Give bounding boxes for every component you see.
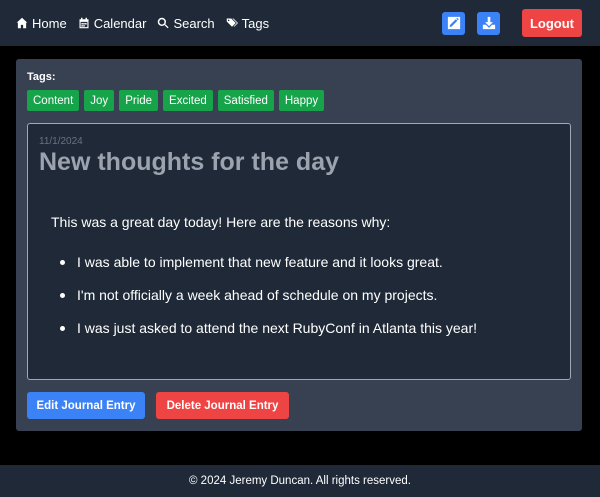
delete-entry-button[interactable]: Delete Journal Entry — [156, 392, 289, 419]
edit-icon — [447, 16, 460, 30]
bullet-icon — [60, 293, 65, 298]
journal-entry: 11/1/2024 New thoughts for the day This … — [27, 123, 571, 380]
nav-link-search[interactable]: Search — [157, 15, 215, 31]
logout-button[interactable]: Logout — [522, 9, 582, 37]
tag-joy[interactable]: Joy — [84, 90, 115, 111]
edit-entry-button[interactable]: Edit Journal Entry — [27, 392, 145, 419]
tag-content[interactable]: Content — [27, 90, 80, 111]
entry-title: New thoughts for the day — [39, 148, 339, 176]
download-button[interactable] — [477, 11, 500, 35]
nav-link-calendar-label: Calendar — [93, 15, 147, 31]
tag-excited[interactable]: Excited — [163, 90, 213, 111]
calendar-icon — [79, 17, 89, 29]
download-icon — [482, 16, 495, 30]
list-item: I was able to implement that new feature… — [60, 254, 477, 287]
tags-icon — [226, 18, 238, 27]
tag-pride[interactable]: Pride — [119, 90, 159, 111]
nav-link-calendar[interactable]: Calendar — [78, 15, 147, 31]
nav-link-tags-label: Tags — [241, 15, 270, 31]
page-footer: © 2024 Jeremy Duncan. All rights reserve… — [0, 465, 600, 497]
list-item-text: I was just asked to attend the next Ruby… — [77, 320, 478, 336]
list-item: I was just asked to attend the next Ruby… — [60, 320, 477, 353]
entry-bullet-list: I was able to implement that new feature… — [60, 254, 477, 353]
bullet-icon — [60, 326, 65, 331]
bullet-icon — [60, 260, 65, 265]
nav-actions: Logout — [442, 9, 582, 37]
nav-link-search-label: Search — [173, 15, 215, 31]
nav-links: Home Calendar Search Tags — [16, 16, 269, 31]
list-item-text: I was able to implement that new feature… — [77, 254, 443, 270]
search-icon — [158, 17, 170, 29]
home-icon — [16, 17, 28, 29]
tags-label: Tags: — [27, 71, 56, 83]
new-entry-button[interactable] — [442, 11, 465, 35]
list-item: I'm not officially a week ahead of sched… — [60, 287, 477, 320]
list-item-text: I'm not officially a week ahead of sched… — [77, 287, 438, 303]
tag-satisfied[interactable]: Satisfied — [217, 90, 274, 111]
entry-intro: This was a great day today! Here are the… — [51, 214, 391, 230]
tag-happy[interactable]: Happy — [278, 90, 325, 111]
nav-link-home-label: Home — [32, 15, 67, 31]
copyright-text: © 2024 Jeremy Duncan. All rights reserve… — [189, 475, 411, 487]
entry-date: 11/1/2024 — [39, 136, 83, 147]
nav-link-tags[interactable]: Tags — [226, 16, 269, 31]
nav-link-home[interactable]: Home — [16, 16, 67, 31]
top-navbar: Home Calendar Search Tags Logout — [0, 0, 600, 46]
tag-list: Content Joy Pride Excited Satisfied Happ… — [27, 90, 325, 111]
journal-card: Tags: Content Joy Pride Excited Satisfie… — [16, 59, 582, 431]
